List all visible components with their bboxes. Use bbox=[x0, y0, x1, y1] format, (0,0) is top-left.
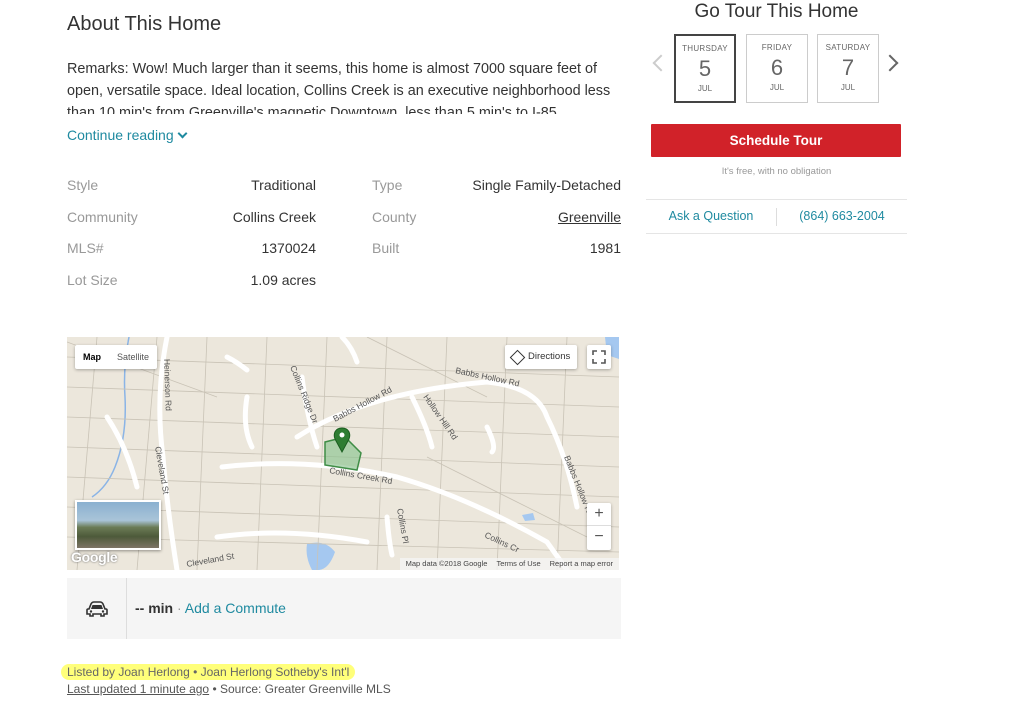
map-type-satellite-button[interactable]: Satellite bbox=[109, 345, 157, 369]
last-updated-link[interactable]: Last updated 1 minute ago bbox=[67, 682, 209, 696]
map-data-attribution: Map data ©2018 Google bbox=[405, 559, 488, 568]
street-label: Collins Cr bbox=[483, 530, 521, 555]
day-number: 5 bbox=[698, 56, 712, 81]
listing-source: • Source: Greater Greenville MLS bbox=[209, 682, 391, 696]
car-icon-cell bbox=[67, 578, 127, 639]
car-icon bbox=[85, 600, 108, 617]
day-name: SATURDAY bbox=[825, 43, 871, 52]
chevron-left-icon[interactable] bbox=[652, 54, 670, 72]
zoom-out-button[interactable]: − bbox=[587, 526, 611, 549]
tour-title: Go Tour This Home bbox=[694, 1, 859, 22]
report-error-link[interactable]: Report a map error bbox=[550, 558, 613, 570]
tour-day-thursday[interactable]: THURSDAY 5 JUL bbox=[674, 34, 736, 103]
directions-icon bbox=[509, 349, 526, 365]
listed-by-text: Listed by Joan Herlong • Joan Herlong So… bbox=[67, 664, 356, 680]
ask-question-link[interactable]: Ask a Question bbox=[646, 209, 776, 223]
map-type-map-button[interactable]: Map bbox=[75, 345, 109, 369]
fact-label: Built bbox=[372, 240, 400, 256]
fact-value: Single Family-Detached bbox=[472, 177, 621, 193]
continue-reading-label: Continue reading bbox=[67, 127, 174, 143]
tour-day-friday[interactable]: FRIDAY 6 JUL bbox=[746, 34, 808, 103]
fact-row: MLS# 1370024 Built 1981 bbox=[67, 240, 621, 262]
day-month: JUL bbox=[769, 83, 785, 92]
fact-value: 1981 bbox=[589, 240, 621, 256]
listing-updated: Last updated 1 minute ago • Source: Grea… bbox=[67, 682, 391, 696]
day-name: THURSDAY bbox=[682, 44, 728, 53]
commute-separator: · bbox=[173, 600, 185, 616]
street-label: Collins Pl bbox=[395, 508, 411, 545]
fact-value: Collins Creek bbox=[232, 209, 316, 225]
fact-label: MLS# bbox=[67, 240, 104, 256]
chevron-down-icon bbox=[177, 128, 188, 138]
fact-value: Traditional bbox=[251, 177, 316, 193]
day-number: 7 bbox=[841, 55, 855, 80]
fact-value: 1.09 acres bbox=[250, 272, 316, 288]
zoom-control: + − bbox=[587, 503, 611, 550]
google-logo: Google bbox=[71, 549, 118, 565]
street-label: Heinerson Rd bbox=[162, 359, 174, 412]
about-title: About This Home bbox=[67, 13, 222, 35]
commute-bar: -- min · Add a Commute bbox=[67, 578, 621, 639]
county-link[interactable]: Greenville bbox=[558, 209, 621, 225]
listing-agent: Listed by Joan Herlong • Joan Herlong So… bbox=[67, 664, 356, 680]
street-label: Cleveland St bbox=[186, 551, 236, 569]
street-label: Cleveland St bbox=[153, 446, 171, 496]
day-name: FRIDAY bbox=[761, 43, 793, 52]
fact-value: 1370024 bbox=[261, 240, 316, 256]
fullscreen-button[interactable] bbox=[587, 345, 611, 369]
add-commute-link[interactable]: Add a Commute bbox=[185, 600, 286, 616]
commute-time: -- min bbox=[135, 600, 174, 616]
zoom-in-button[interactable]: + bbox=[587, 503, 611, 526]
fact-label: County bbox=[372, 209, 417, 225]
fact-row: Lot Size 1.09 acres bbox=[67, 272, 621, 294]
fullscreen-icon bbox=[592, 350, 606, 364]
day-month: JUL bbox=[697, 84, 713, 93]
terms-link[interactable]: Terms of Use bbox=[496, 558, 540, 570]
phone-link[interactable]: (864) 663-2004 bbox=[777, 209, 907, 223]
directions-label: Directions bbox=[528, 351, 571, 362]
day-month: JUL bbox=[840, 83, 856, 92]
street-view-thumbnail[interactable] bbox=[75, 500, 161, 550]
map[interactable]: Heinerson Rd Cleveland St Collins Ridge … bbox=[67, 337, 619, 570]
fact-row: Community Collins Creek County Greenvill… bbox=[67, 209, 621, 231]
fact-label: Lot Size bbox=[67, 272, 118, 288]
fact-label: Community bbox=[67, 209, 138, 225]
continue-reading-link[interactable]: Continue reading bbox=[67, 127, 188, 143]
commute-text: -- min · Add a Commute bbox=[135, 600, 286, 616]
chevron-right-icon[interactable] bbox=[881, 54, 899, 72]
schedule-tour-button[interactable]: Schedule Tour bbox=[651, 124, 901, 157]
fact-label: Style bbox=[67, 177, 99, 193]
street-label: Collins Ridge Dr bbox=[288, 364, 320, 425]
divider bbox=[646, 233, 907, 234]
remarks-text: Remarks: Wow! Much larger than it seems,… bbox=[67, 61, 611, 114]
map-type-toggle: Map Satellite bbox=[75, 345, 158, 369]
divider bbox=[646, 199, 907, 200]
fact-row: Style Traditional Type Single Family-Det… bbox=[67, 177, 621, 199]
map-footer: Map data ©2018 Google Terms of Use Repor… bbox=[399, 558, 619, 570]
directions-button[interactable]: Directions bbox=[505, 345, 578, 369]
day-number: 6 bbox=[770, 55, 784, 80]
tour-day-saturday[interactable]: SATURDAY 7 JUL bbox=[817, 34, 879, 103]
no-obligation-note: It's free, with no obligation bbox=[721, 166, 832, 177]
fact-label: Type bbox=[372, 177, 403, 193]
